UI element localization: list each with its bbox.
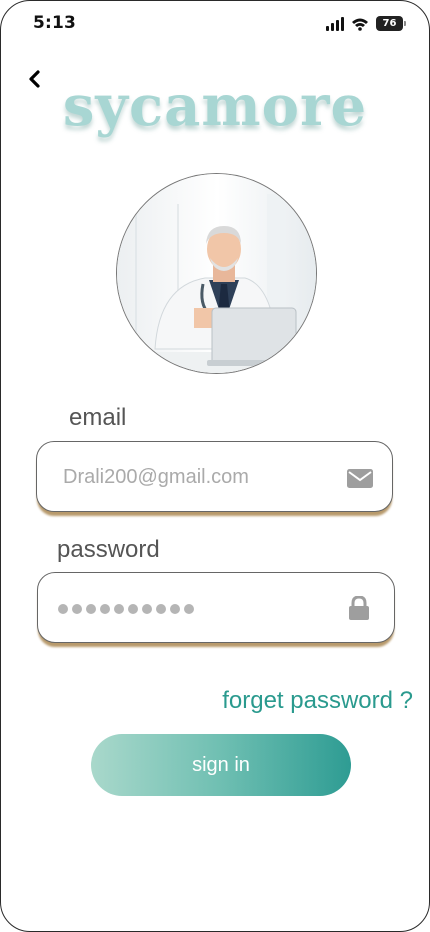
password-dot xyxy=(114,604,124,614)
forgot-password-link[interactable]: forget password ? xyxy=(222,687,413,715)
email-field-container xyxy=(36,441,393,512)
password-dots xyxy=(58,604,194,614)
wifi-icon xyxy=(352,18,368,31)
password-dot xyxy=(128,604,138,614)
mail-icon xyxy=(347,469,373,488)
status-bar: 5:13 76 xyxy=(1,13,429,35)
email-input[interactable] xyxy=(63,460,333,494)
password-dot xyxy=(170,604,180,614)
status-time: 5:13 xyxy=(33,13,77,33)
password-dot xyxy=(100,604,110,614)
status-icons: 76 xyxy=(326,16,406,31)
password-dot xyxy=(72,604,82,614)
signal-icon xyxy=(326,16,344,31)
phone-frame: 5:13 76 sycamore email Drali200@gmail.co… xyxy=(0,0,430,932)
password-field[interactable] xyxy=(37,572,395,643)
password-dot xyxy=(86,604,96,614)
app-logo: sycamore xyxy=(62,73,368,139)
password-dot xyxy=(156,604,166,614)
password-dot xyxy=(184,604,194,614)
battery-icon: 76 xyxy=(376,16,406,31)
password-dot xyxy=(142,604,152,614)
password-dot xyxy=(58,604,68,614)
email-label: email xyxy=(69,404,127,431)
lock-icon xyxy=(349,596,369,620)
sign-in-button[interactable]: sign in xyxy=(91,734,351,796)
password-label: password xyxy=(57,536,160,563)
doctor-avatar xyxy=(116,173,317,374)
